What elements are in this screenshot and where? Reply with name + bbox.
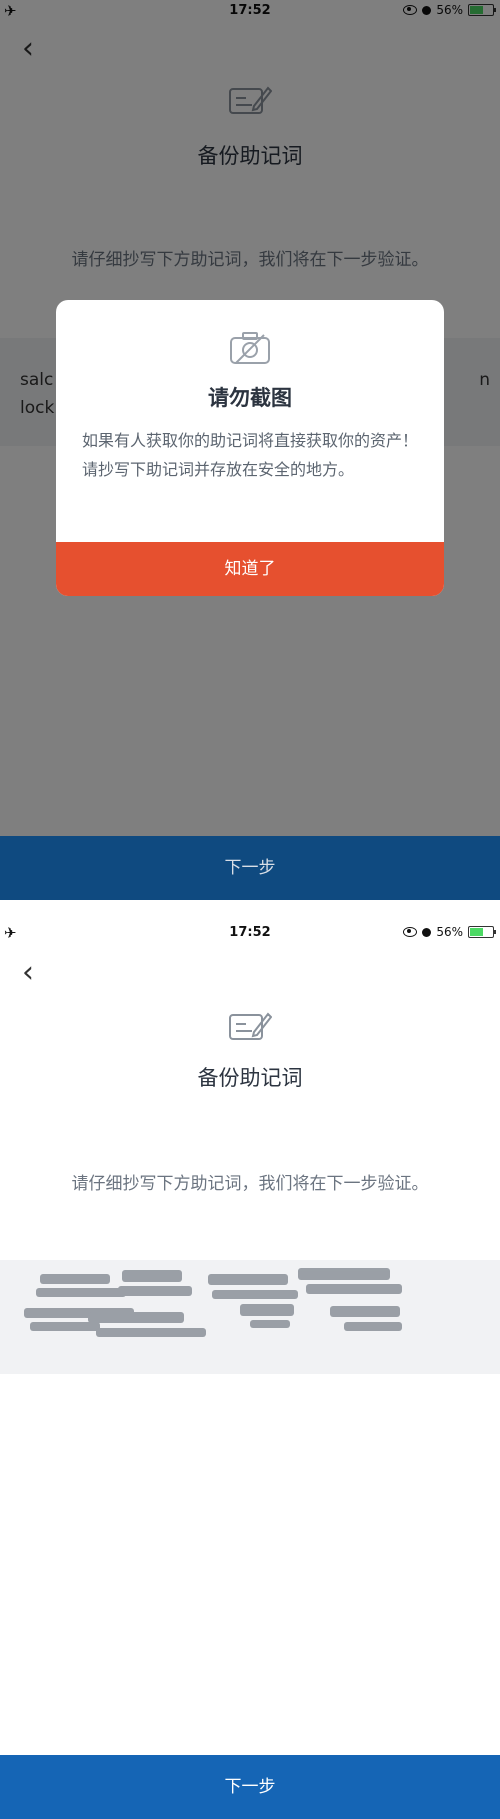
battery-fill [470, 928, 484, 936]
status-bar: ✈ 17:52 56% [0, 922, 500, 944]
screen-with-warning: ✈ 17:52 56% ‹ 备份助记词 请仔细抄写下方助记词，我们将在下一步验证… [0, 0, 500, 900]
instruction-text: 请仔细抄写下方助记词，我们将在下一步验证。 [71, 1174, 429, 1194]
alarm-icon [422, 927, 432, 937]
next-step-button[interactable]: 下一步 [0, 836, 500, 900]
chevron-left-icon: ‹ [22, 955, 34, 990]
battery-percent: 56% [436, 925, 463, 939]
got-it-button[interactable]: 知道了 [56, 542, 444, 596]
back-button[interactable]: ‹ [22, 958, 34, 988]
dialog-title: 请勿截图 [208, 386, 292, 410]
dialog-message: 如果有人获取你的助记词将直接获取你的资产！请抄写下助记词并存放在安全的地方。 [82, 431, 419, 479]
battery-icon [468, 926, 496, 938]
screen-backup-mnemonic: ✈ 17:52 56% ‹ 备份助记词 请仔细抄写下方助记词，我们将在下一步验证… [0, 922, 500, 1819]
document-edit-icon [229, 1012, 272, 1040]
eye-icon [403, 927, 418, 937]
page-title: 备份助记词 [197, 1066, 303, 1090]
next-step-button[interactable]: 下一步 [0, 1755, 500, 1819]
status-right: 56% [403, 925, 496, 939]
screenshot-separator [0, 900, 500, 922]
screenshot-warning-dialog: 请勿截图 如果有人获取你的助记词将直接获取你的资产！请抄写下助记词并存放在安全的… [56, 300, 444, 596]
obscured-mnemonic-scribble [24, 1268, 402, 1337]
camera-off-icon [230, 332, 270, 364]
